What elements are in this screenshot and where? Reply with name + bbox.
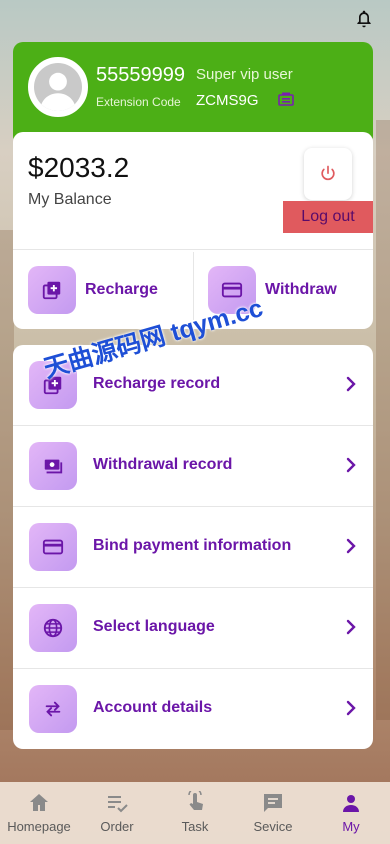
tab-label: Order [100,819,134,834]
menu-item-label: Select language [93,618,215,635]
add-square-icon [28,266,76,314]
menu-item-select-language[interactable]: Select language [13,588,373,669]
extension-code: ZCMS9G [196,92,259,109]
task-icon [188,791,203,810]
order-icon [108,796,128,813]
tab-task[interactable]: Task [156,782,234,844]
chevron-right-icon [346,700,356,716]
menu-item-bind-payment[interactable]: Bind payment information [13,507,373,588]
chevron-right-icon [346,376,356,392]
menu-item-label: Recharge record [93,375,221,392]
bell-icon[interactable] [354,8,374,30]
chat-icon [264,794,282,812]
chevron-right-icon [346,538,356,554]
divider [13,249,373,250]
menu-card: Recharge record Withdrawal record Bind p… [13,345,373,749]
extension-code-label: Extension Code [96,95,181,109]
recharge-button[interactable]: Recharge [28,265,158,315]
menu-item-label: Account details [93,699,213,716]
top-bar [0,0,390,40]
default-avatar-icon [40,72,76,111]
tab-service[interactable]: Sevice [234,782,312,844]
menu-item-withdrawal-record[interactable]: Withdrawal record [13,426,373,507]
card-icon [29,523,77,571]
tab-my[interactable]: My [312,782,390,844]
swap-icon [29,685,77,733]
power-icon [321,165,335,181]
logout-button[interactable]: Log out [283,201,373,233]
bottom-tab-bar: Homepage Order Task Sevice My [0,782,390,844]
tab-label: Task [181,819,209,834]
balance-card: $2033.2 My Balance Log out Recharge With… [13,132,373,329]
menu-item-label: Bind payment information [93,537,292,554]
profile-header: 55559999 Super vip user Extension Code Z… [13,42,373,146]
menu-item-label: Withdrawal record [93,456,233,473]
balance-amount: $2033.2 [28,152,130,183]
menu-item-account-details[interactable]: Account details [13,669,373,750]
tab-label: Homepage [7,819,71,834]
cash-icon [29,442,77,490]
globe-icon [29,604,77,652]
person-icon [343,795,359,812]
balance-label: My Balance [28,191,112,208]
tab-homepage[interactable]: Homepage [0,782,78,844]
chevron-right-icon [346,619,356,635]
power-button[interactable] [304,148,352,200]
home-icon [30,794,48,811]
tab-order[interactable]: Order [78,782,156,844]
chevron-right-icon [346,457,356,473]
tab-label: Sevice [253,819,293,834]
user-id: 55559999 [96,64,185,86]
recharge-label: Recharge [85,281,158,298]
tab-label: My [342,819,360,834]
avatar[interactable] [28,57,88,117]
vip-level: Super vip user [196,66,293,83]
copy-icon[interactable] [278,92,294,106]
withdraw-label: Withdraw [265,281,337,298]
